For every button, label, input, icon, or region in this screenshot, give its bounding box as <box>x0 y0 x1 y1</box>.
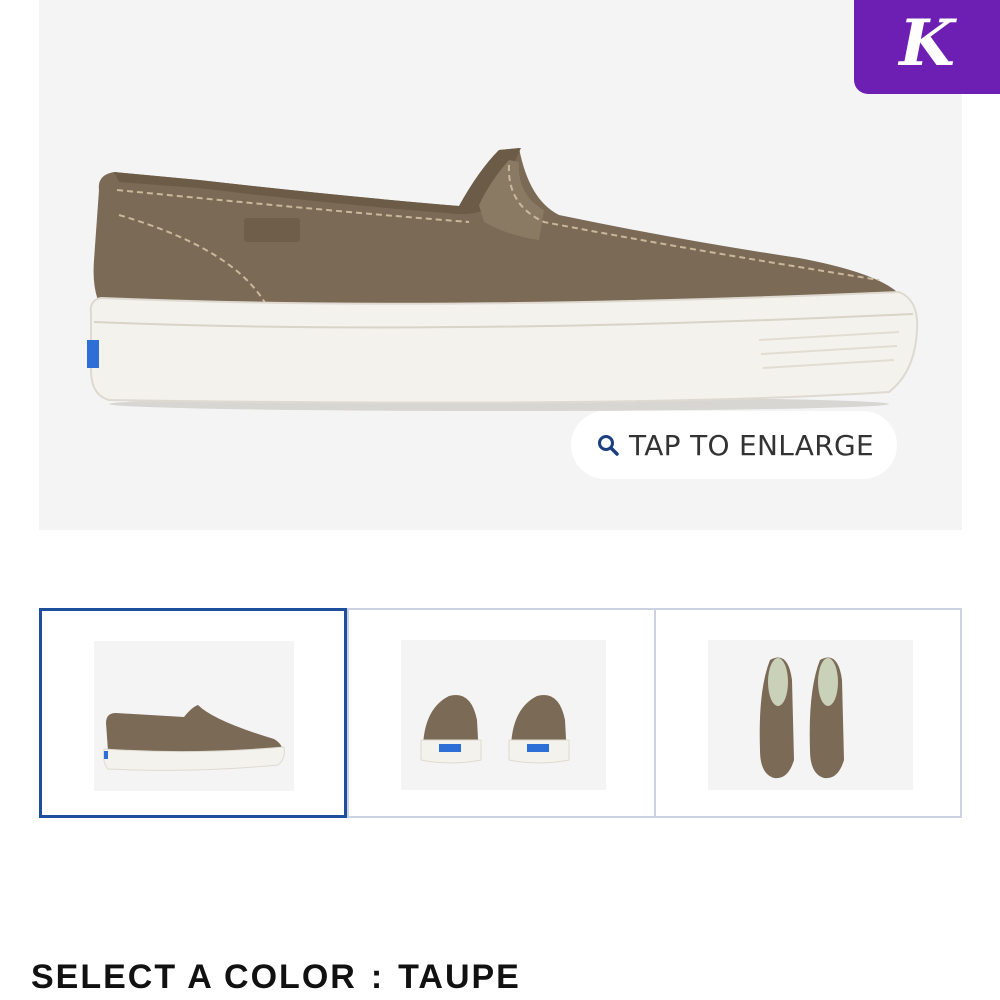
thumbnail-top-view[interactable] <box>654 608 962 818</box>
thumbnail-back-image <box>401 640 606 790</box>
product-page: TAP TO ENLARGE K SELECT A COLOR: TAUPE <box>0 0 1000 1000</box>
color-selector-label: SELECT A COLOR <box>31 958 357 996</box>
selected-color-value: TAUPE <box>398 958 521 996</box>
color-selector-separator: : <box>370 958 385 996</box>
thumbnail-strip <box>39 608 962 818</box>
brand-badge[interactable]: K <box>854 0 1000 94</box>
product-main-image[interactable]: TAP TO ENLARGE <box>39 0 962 530</box>
thumbnail-side-view[interactable] <box>39 608 347 818</box>
brand-logo-letter: K <box>899 6 955 81</box>
search-icon <box>595 432 621 458</box>
color-selector: SELECT A COLOR : TAUPE <box>31 955 521 1000</box>
tap-to-enlarge-label: TAP TO ENLARGE <box>629 428 874 462</box>
tap-to-enlarge-button[interactable]: TAP TO ENLARGE <box>571 411 897 479</box>
thumbnail-back-view[interactable] <box>347 608 656 818</box>
thumbnail-top-image <box>708 640 913 790</box>
thumbnail-side-image <box>94 641 294 791</box>
